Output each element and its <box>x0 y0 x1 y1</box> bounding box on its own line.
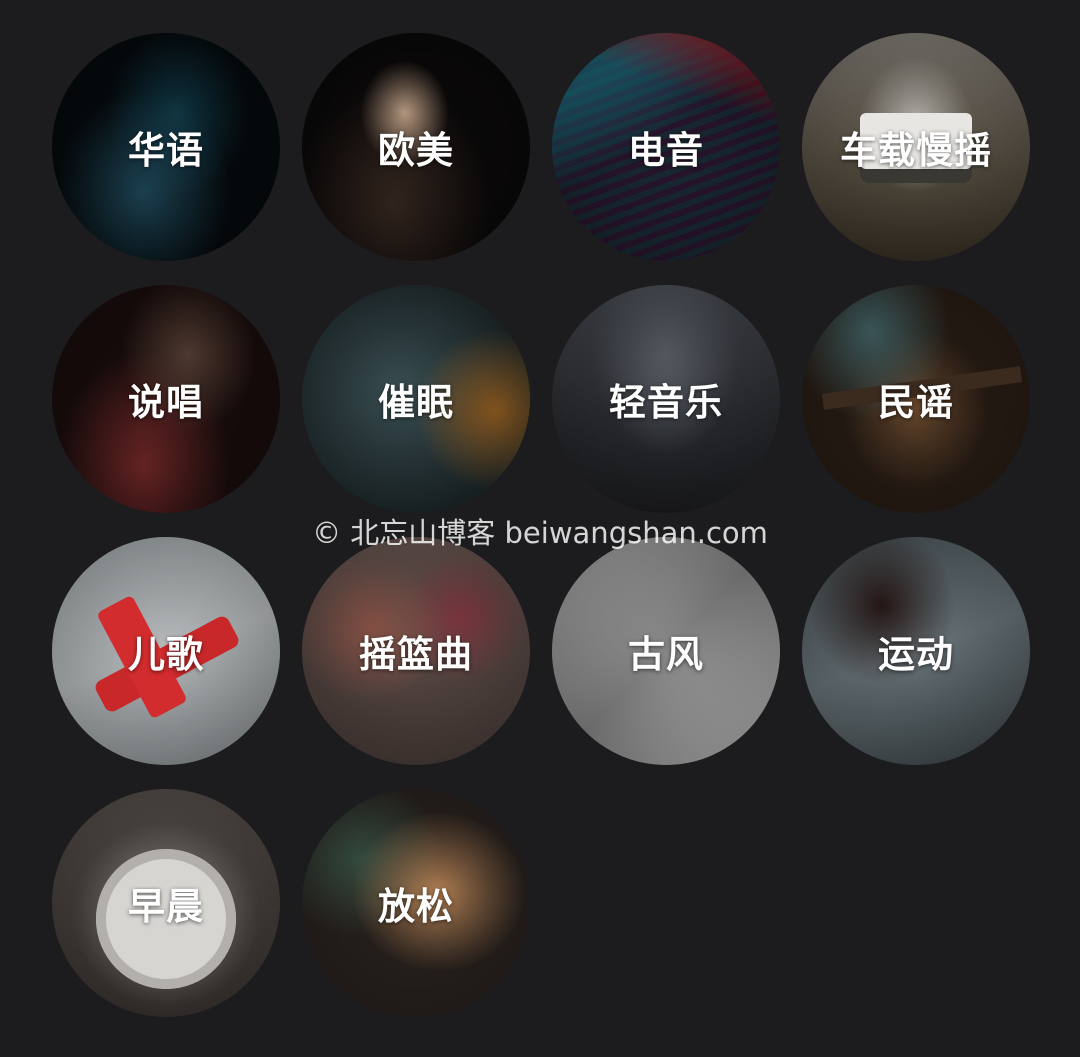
category-tile-mandopop[interactable]: 华语 <box>52 33 280 261</box>
category-tile-electronic[interactable]: 电音 <box>552 33 780 261</box>
category-tile-light-music[interactable]: 轻音乐 <box>552 285 780 513</box>
category-label: 说唱 <box>128 381 204 424</box>
category-tile-western[interactable]: 欧美 <box>302 33 530 261</box>
category-label: 华语 <box>128 129 204 172</box>
category-label: 电音 <box>628 129 704 172</box>
category-tile-rap[interactable]: 说唱 <box>52 285 280 513</box>
category-tile-folk[interactable]: 民谣 <box>802 285 1030 513</box>
category-label: 催眠 <box>378 381 454 424</box>
category-label: 儿歌 <box>128 633 204 676</box>
category-label: 车载慢摇 <box>840 129 992 172</box>
category-label: 古风 <box>628 633 704 676</box>
category-tile-kids[interactable]: 儿歌 <box>52 537 280 765</box>
category-label: 早晨 <box>128 885 204 928</box>
category-tile-relax[interactable]: 放松 <box>302 789 530 1017</box>
category-label: 欧美 <box>378 129 454 172</box>
category-label: 民谣 <box>878 381 954 424</box>
category-label: 摇篮曲 <box>359 633 473 676</box>
category-tile-lullaby[interactable]: 摇篮曲 <box>302 537 530 765</box>
category-label: 放松 <box>378 885 454 928</box>
category-tile-ancient-style[interactable]: 古风 <box>552 537 780 765</box>
category-tile-hypnosis[interactable]: 催眠 <box>302 285 530 513</box>
category-tile-car[interactable]: 车载慢摇 <box>802 33 1030 261</box>
category-grid: 华语 欧美 电音 车载慢摇 说唱 催眠 轻音乐 民谣 儿歌 摇篮曲 古风 运动 … <box>52 33 1030 1017</box>
category-label: 运动 <box>878 633 954 676</box>
category-tile-sports[interactable]: 运动 <box>802 537 1030 765</box>
category-label: 轻音乐 <box>609 381 723 424</box>
category-tile-morning[interactable]: 早晨 <box>52 789 280 1017</box>
